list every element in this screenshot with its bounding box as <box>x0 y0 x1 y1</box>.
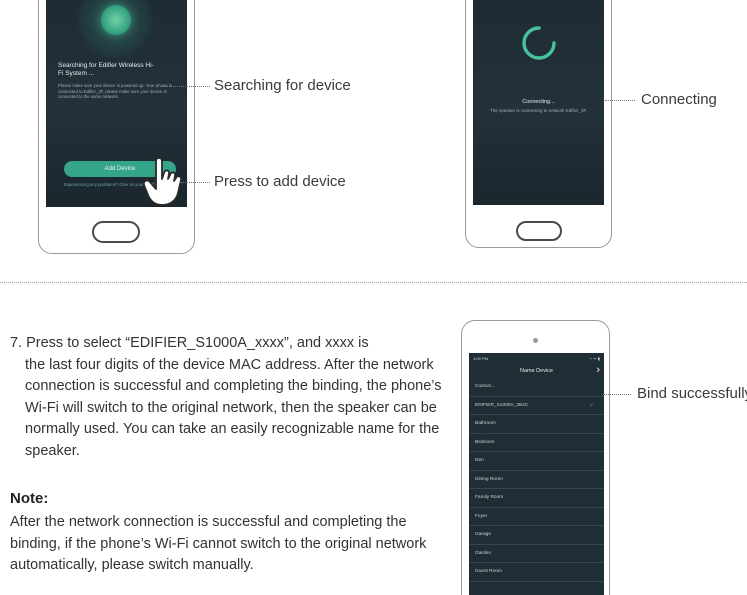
connecting-title: Connecting... <box>522 99 555 105</box>
callout-press-add: Press to add device <box>214 173 346 190</box>
callout-bind: Bind successfully <box>637 385 747 402</box>
searching-description: Please make sure your device is powered … <box>58 83 172 100</box>
device-name-label: Family Room <box>475 495 504 500</box>
name-device-list: Custom... EDIFIER_S1000A_2B4C ✓ Bathroom Bed… <box>469 378 604 582</box>
callout-line-connecting <box>605 100 635 101</box>
phone-name-device: 1:09 PM ⌁ ᯤ ▮ Name Device › Custom... EDI… <box>461 320 610 595</box>
callout-line-press-add <box>180 182 210 183</box>
device-name-option[interactable]: Dining Room <box>469 471 604 489</box>
name-device-header: Name Device › <box>469 364 604 378</box>
device-name-label: EDIFIER_S1000A_2B4C <box>475 402 529 408</box>
instruction-first-line: 7. Press to select “EDIFIER_S1000A_xxxx”… <box>10 335 369 351</box>
callout-line-bind <box>603 394 631 395</box>
note-title: Note: <box>10 490 49 507</box>
device-name-option[interactable]: Guest Room <box>469 563 604 582</box>
device-name-option[interactable]: Foyer <box>469 508 604 526</box>
device-name-option[interactable]: Den <box>469 452 604 471</box>
phone-screen-name-device: 1:09 PM ⌁ ᯤ ▮ Name Device › Custom... EDI… <box>469 353 604 595</box>
device-name-option[interactable]: Garage <box>469 526 604 545</box>
note-body: After the network connection is successf… <box>10 514 427 573</box>
check-icon: ✓ <box>588 402 594 409</box>
instruction-rest: the last four digits of the device MAC a… <box>25 356 442 459</box>
phone-searching: Searching for Edifier Wireless Hi-Fi Sys… <box>38 0 195 254</box>
section-divider <box>0 282 747 283</box>
device-name-option[interactable]: EDIFIER_S1000A_2B4C ✓ <box>469 397 604 415</box>
device-name-option[interactable]: Garden <box>469 545 604 563</box>
device-name-option[interactable]: Custom... <box>469 378 604 397</box>
phone-connecting: Connecting... The speaker is connecting … <box>465 0 612 248</box>
device-name-option[interactable]: Bathroom <box>469 415 604 434</box>
status-time: 1:09 PM <box>473 356 488 361</box>
status-bar: 1:09 PM ⌁ ᯤ ▮ <box>469 353 604 364</box>
home-button <box>516 221 562 241</box>
callout-searching: Searching for device <box>214 77 351 94</box>
device-name-option[interactable]: Bedroom <box>469 434 604 452</box>
pointing-hand-icon <box>142 157 183 206</box>
front-camera <box>533 338 538 343</box>
loading-spinner-icon <box>522 26 556 60</box>
phone-screen-searching: Searching for Edifier Wireless Hi-Fi Sys… <box>46 0 187 207</box>
device-name-label: Den <box>475 458 484 463</box>
device-name-label: Garage <box>475 532 491 537</box>
radar-core <box>101 5 131 35</box>
searching-title: Searching for Edifier Wireless Hi-Fi Sys… <box>58 62 154 77</box>
status-icons: ⌁ ᯤ ▮ <box>589 356 600 361</box>
device-name-label: Dining Room <box>475 476 503 482</box>
device-name-label: Foyer <box>475 513 488 519</box>
device-name-option[interactable]: Family Room <box>469 489 604 508</box>
chevron-right-icon[interactable]: › <box>596 364 600 377</box>
phone-screen-connecting: Connecting... The speaker is connecting … <box>473 0 604 205</box>
device-name-label: Custom... <box>475 384 496 389</box>
device-name-label: Guest Room <box>475 569 502 574</box>
instruction-step-7: 7. Press to select “EDIFIER_S1000A_xxxx”… <box>10 333 450 462</box>
name-device-title: Name Device <box>519 368 553 374</box>
device-name-label: Bathroom <box>475 421 496 426</box>
device-name-label: Garden <box>475 550 491 556</box>
home-button <box>92 221 140 243</box>
callout-line-searching <box>162 86 210 87</box>
device-name-label: Bedroom <box>475 439 495 445</box>
callout-connecting: Connecting <box>641 91 717 108</box>
connecting-description: The speaker is connecting to network Edi… <box>489 108 588 113</box>
